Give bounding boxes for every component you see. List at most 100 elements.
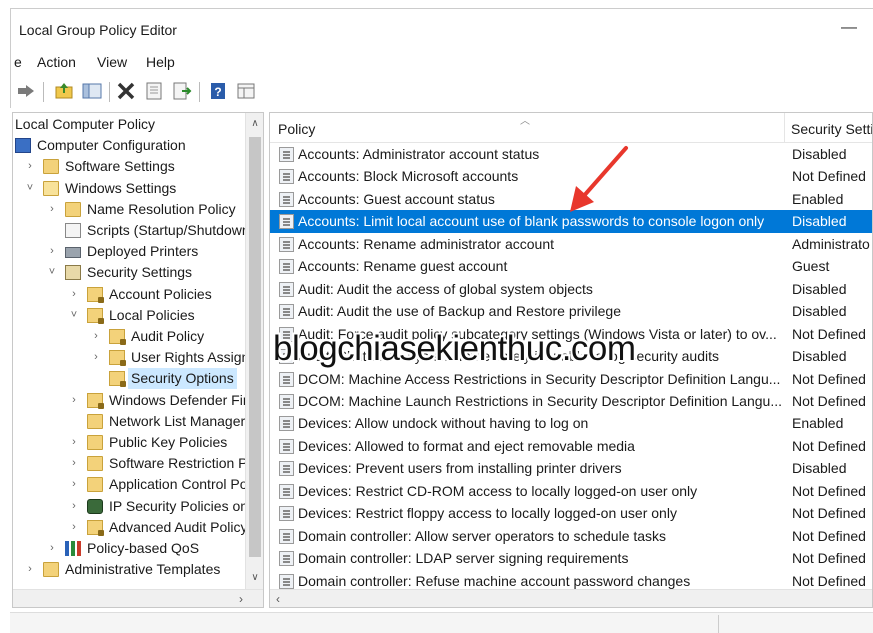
tree-vertical-scrollbar[interactable]: ∧ ∨ (245, 113, 263, 589)
policy-row[interactable]: Domain controller: LDAP server signing r… (270, 547, 872, 570)
tree-item-label: Network List Manager (109, 412, 245, 429)
policy-row[interactable]: Accounts: Limit local account use of bla… (270, 210, 872, 233)
chevron-right-icon[interactable]: › (68, 390, 80, 411)
policy-icon (279, 147, 294, 162)
chevron-right-icon[interactable]: › (24, 559, 36, 580)
policy-name: Audit: Force audit policy subcategory se… (298, 325, 777, 342)
policy-name: Accounts: Guest account status (298, 190, 495, 207)
policy-row[interactable]: Devices: Allow undock without having to … (270, 412, 872, 435)
policy-name: DCOM: Machine Launch Restrictions in Sec… (298, 392, 782, 409)
export-list-icon[interactable] (171, 80, 193, 102)
menu-item-file[interactable]: e (14, 54, 22, 70)
policy-icon (279, 393, 294, 409)
security-setting-value: Not Defined (792, 437, 866, 454)
chevron-right-icon[interactable]: › (90, 326, 102, 347)
tree-item-label: Policy-based QoS (87, 540, 200, 556)
tree-item-label: Software Settings (65, 158, 175, 175)
policy-name: Domain controller: LDAP server signing r… (298, 550, 629, 567)
policy-row[interactable]: DCOM: Machine Launch Restrictions in Sec… (270, 390, 872, 413)
policy-name: DCOM: Machine Access Restrictions in Sec… (298, 370, 781, 387)
tree-item-label: User Rights Assign (131, 349, 245, 366)
chevron-right-icon[interactable]: › (68, 496, 80, 517)
policy-row[interactable]: Accounts: Block Microsoft accounts Not De… (270, 165, 872, 188)
chevron-right-icon[interactable]: › (68, 432, 80, 453)
column-divider[interactable] (784, 113, 785, 143)
chevron-right-icon[interactable]: › (68, 474, 80, 495)
toolbar-separator (199, 82, 200, 102)
column-header-security-setting[interactable]: Security Setti (791, 121, 872, 137)
chevron-right-icon[interactable]: › (24, 156, 36, 177)
policy-list-pane: ︿ Policy Security Setti Accounts: Admini… (269, 112, 873, 608)
chevron-down-icon[interactable]: ˅ (68, 305, 80, 326)
policy-name: Devices: Restrict floppy access to local… (298, 505, 677, 522)
chevron-down-icon[interactable]: ˅ (46, 262, 58, 283)
policy-row[interactable]: Accounts: Rename administrator account Ad… (270, 233, 872, 256)
policy-row[interactable]: Devices: Allowed to format and eject rem… (270, 435, 872, 458)
menu-item-view[interactable]: View (97, 54, 127, 70)
policy-row[interactable]: Audit: Audit the access of global system… (270, 278, 872, 301)
tree-item-label: Security Options (128, 368, 237, 390)
printer-icon (65, 247, 81, 259)
filter-view-icon[interactable] (235, 80, 257, 102)
security-setting-value: Not Defined (792, 482, 866, 499)
column-header-policy[interactable]: Policy (278, 121, 315, 137)
up-folder-icon[interactable] (53, 80, 75, 102)
menu-item-action[interactable]: Action (37, 54, 76, 70)
policy-name: Accounts: Limit local account use of bla… (298, 213, 765, 230)
chevron-down-icon[interactable]: ˅ (24, 178, 36, 199)
chevron-right-icon[interactable]: › (68, 517, 80, 538)
policy-name: Devices: Restrict CD-ROM access to local… (298, 482, 698, 499)
scroll-down-icon[interactable]: ∨ (246, 569, 263, 587)
policy-row[interactable]: DCOM: Machine Access Restrictions in Sec… (270, 368, 872, 391)
list-horizontal-scrollbar[interactable]: ‹ (270, 589, 872, 607)
tree-item-label: Windows Defender Fir (109, 391, 245, 408)
tree-horizontal-scrollbar[interactable]: › (13, 589, 263, 607)
tree-item-label: Windows Settings (65, 179, 177, 196)
script-icon (65, 223, 81, 238)
policy-row[interactable]: Audit: Audit the use of Backup and Resto… (270, 300, 872, 323)
console-tree-pane[interactable]: Local Computer Policy Computer Configurat… (12, 112, 264, 608)
properties-icon[interactable] (143, 80, 165, 102)
chevron-right-icon[interactable]: › (46, 199, 58, 220)
tree-item-label: Administrative Templates (65, 561, 221, 578)
menu-item-help[interactable]: Help (146, 54, 175, 70)
policy-icon (279, 461, 294, 477)
help-icon[interactable]: ? (207, 80, 229, 102)
policy-icon (279, 349, 294, 365)
policy-row[interactable]: Devices: Restrict CD-ROM access to local… (270, 480, 872, 503)
back-arrow-icon[interactable] (15, 80, 37, 102)
policy-icon (279, 281, 294, 297)
tree-item-label: Audit Policy (131, 328, 205, 344)
policy-icon (279, 506, 294, 522)
policy-name: Devices: Allowed to format and eject rem… (298, 437, 635, 454)
chevron-right-icon[interactable]: › (68, 284, 80, 305)
policy-row[interactable]: Domain controller: Refuse machine accoun… (270, 570, 872, 589)
policy-row[interactable]: Devices: Restrict floppy access to local… (270, 502, 872, 525)
policy-row[interactable]: Accounts: Rename guest account Guest (270, 255, 872, 278)
delete-icon[interactable] (115, 80, 137, 102)
chevron-right-icon[interactable]: › (46, 538, 58, 559)
policy-icon (279, 483, 294, 499)
scroll-up-icon[interactable]: ∧ (246, 115, 263, 133)
list-header: ︿ Policy Security Setti (270, 113, 872, 143)
policy-row[interactable]: Accounts: Guest account status Enabled (270, 188, 872, 211)
chevron-right-icon[interactable]: › (46, 241, 58, 262)
security-setting-value: Not Defined (792, 370, 866, 387)
policy-row[interactable]: Audit: Force audit policy subcategory se… (270, 323, 872, 346)
scroll-thumb[interactable] (249, 137, 261, 557)
sort-indicator-icon: ︿ (520, 116, 530, 127)
policy-name: Accounts: Block Microsoft accounts (298, 168, 519, 185)
scroll-right-icon[interactable]: › (239, 590, 243, 607)
policy-row[interactable]: Audit: Shut down system immediately if u… (270, 345, 872, 368)
status-bar (10, 612, 873, 633)
chevron-right-icon[interactable]: › (90, 347, 102, 368)
chevron-right-icon[interactable]: › (68, 453, 80, 474)
scroll-left-icon[interactable]: ‹ (276, 590, 280, 607)
policy-row[interactable]: Domain controller: Allow server operator… (270, 525, 872, 548)
tree-item-label: Application Control Po (109, 476, 245, 493)
policy-row[interactable]: Devices: Prevent users from installing p… (270, 457, 872, 480)
folder-icon (87, 435, 103, 450)
show-hide-tree-icon[interactable] (81, 80, 103, 102)
minimize-button[interactable]: — (841, 19, 857, 37)
policy-row[interactable]: Accounts: Administrator account status Di… (270, 143, 872, 166)
